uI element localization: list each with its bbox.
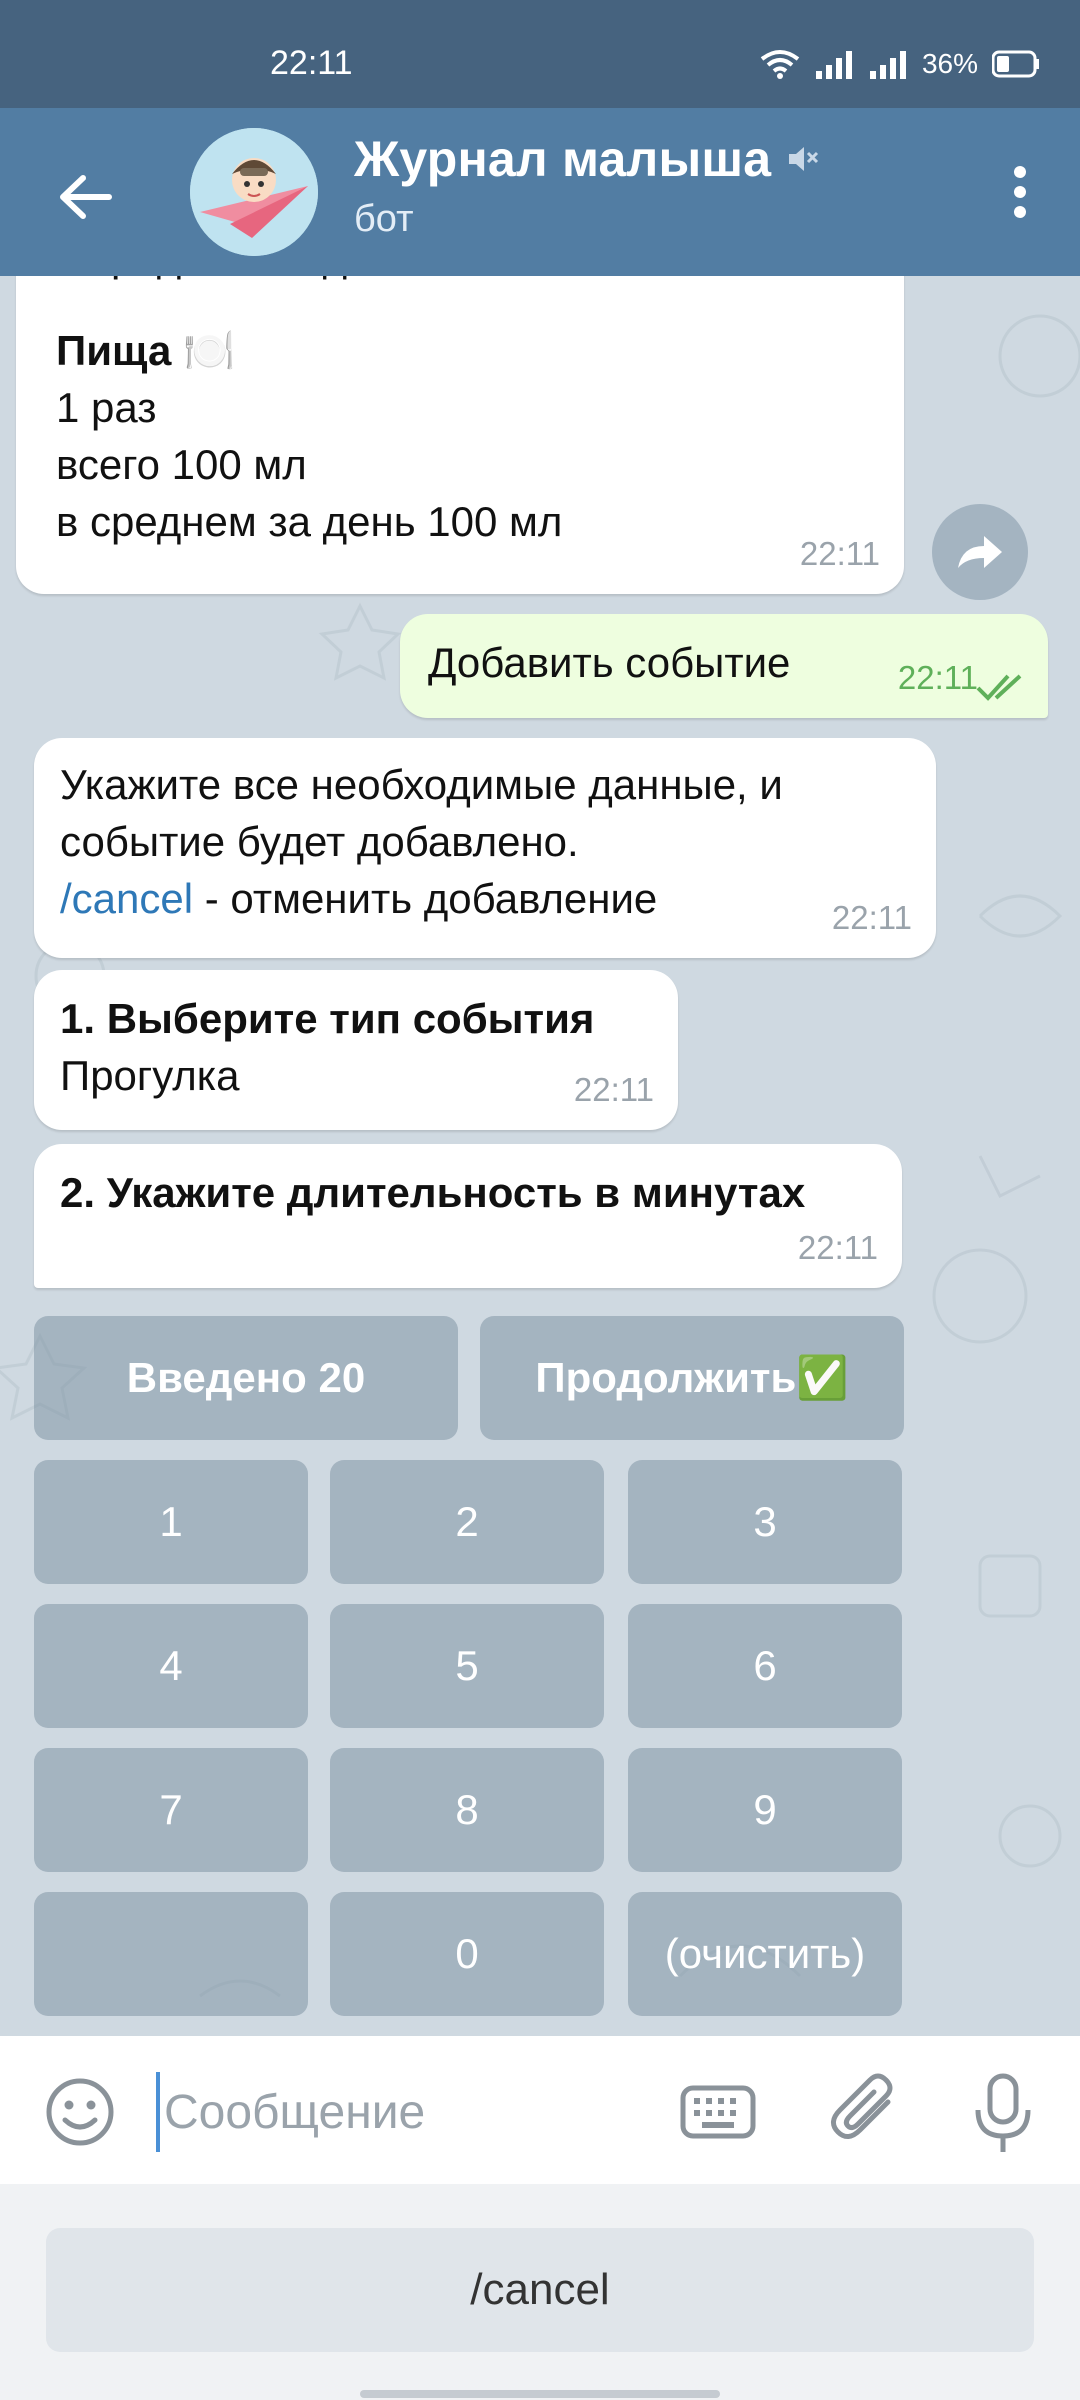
battery-percent: 36% [921, 48, 978, 79]
avatar[interactable] [190, 128, 318, 256]
more-vertical-icon [1014, 166, 1026, 218]
message-step-1[interactable]: 1. Выберите тип события Прогулка 22:11 [34, 970, 678, 1130]
entered-value-label: Введено 20 [126, 1354, 366, 1401]
key-label: 8 [455, 1786, 479, 1833]
key-label: 0 [455, 1930, 479, 1977]
bot-keyboard-toggle-button[interactable] [680, 2080, 756, 2144]
chat-title: Журнал малыша [354, 130, 819, 188]
smiley-icon [46, 2078, 114, 2146]
cancel-reply-label: /cancel [470, 2265, 610, 2314]
cancel-command-text: - отменить добавление [193, 875, 658, 922]
key-label: (очистить) [664, 1930, 866, 1977]
paperclip-icon [831, 2073, 893, 2139]
chat-header: Журнал малыша бот [0, 108, 1080, 276]
step-1-title: 1. Выберите тип события [60, 995, 595, 1042]
microphone-button[interactable] [970, 2072, 1036, 2156]
clear-button[interactable]: (очистить) [628, 1892, 902, 2016]
forward-arrow-icon [958, 536, 1002, 568]
keyboard-icon [680, 2085, 756, 2139]
key-8[interactable]: 8 [330, 1748, 604, 1872]
battery-icon [992, 50, 1039, 78]
status-time: 22:11 [270, 44, 353, 82]
home-indicator[interactable] [360, 2390, 720, 2398]
message-composer [0, 2036, 1080, 2184]
food-line-2: всего 100 мл [56, 441, 307, 488]
food-line-3: в среднем за день 100 мл [56, 498, 563, 545]
chat-title-text: Журнал малыша [354, 131, 772, 187]
prev-partial-line: в среднем за день 60 мл [56, 276, 539, 285]
outgoing-text: Добавить событие [428, 639, 791, 686]
key-4[interactable]: 4 [34, 1604, 308, 1728]
message-outgoing[interactable]: Добавить событие 22:11 [400, 614, 1048, 718]
key-label: 1 [159, 1498, 183, 1545]
read-checkmarks-icon [976, 674, 1022, 701]
chat-subtitle: бот [354, 198, 414, 240]
message-step-2[interactable]: 2. Укажите длительность в минутах 22:11 [34, 1144, 902, 1288]
step-1-value: Прогулка [60, 1052, 240, 1099]
key-label: 4 [159, 1642, 183, 1689]
instructions-line-3: /cancel - отменить добавление [60, 870, 783, 927]
step-1-text: 1. Выберите тип события Прогулка [60, 990, 594, 1104]
status-icons: 36% [760, 44, 1040, 84]
message-time: 22:11 [831, 899, 912, 936]
wifi-icon [760, 50, 800, 79]
cancel-command-link[interactable]: /cancel [60, 875, 193, 922]
key-6[interactable]: 6 [628, 1604, 902, 1728]
plate-icon: 🍽️ [183, 327, 236, 374]
chat-area[interactable]: в среднем за день 60 мл Пища 🍽️ 1 раз вс… [0, 276, 1080, 2036]
key-9[interactable]: 9 [628, 1748, 902, 1872]
key-label: 2 [455, 1498, 479, 1545]
message-input[interactable] [156, 2072, 666, 2152]
message-time: 22:11 [797, 1229, 878, 1266]
instructions-text: Укажите все необходимые данные, и событи… [60, 756, 783, 927]
reply-keyboard: /cancel [0, 2184, 1080, 2400]
key-1[interactable]: 1 [34, 1460, 308, 1584]
more-options-button[interactable] [980, 152, 1060, 232]
food-title: Пища [56, 327, 172, 374]
message-food-stats[interactable]: в среднем за день 60 мл Пища 🍽️ 1 раз вс… [16, 276, 904, 594]
message-time: 22:11 [799, 535, 880, 572]
step-2-title: 2. Укажите длительность в минутах [60, 1169, 806, 1216]
key-label: 6 [753, 1642, 777, 1689]
cancel-reply-button[interactable]: /cancel [46, 2228, 1034, 2352]
message-instructions[interactable]: Укажите все необходимые данные, и событи… [34, 738, 936, 958]
share-forward-button[interactable] [932, 504, 1028, 600]
back-button[interactable] [40, 152, 130, 242]
food-heading: Пища 🍽️ [56, 322, 562, 379]
message-time: 22:11 [573, 1071, 654, 1108]
message-time: 22:11 [897, 659, 978, 696]
key-7[interactable]: 7 [34, 1748, 308, 1872]
key-3[interactable]: 3 [628, 1460, 902, 1584]
instructions-line-2: событие будет добавлено. [60, 818, 579, 865]
chat-title-block[interactable]: Журнал малыша бот [354, 130, 819, 241]
instructions-line-1: Укажите все необходимые данные, и [60, 761, 783, 808]
key-0[interactable]: 0 [330, 1892, 604, 2016]
food-block: Пища 🍽️ 1 раз всего 100 мл в среднем за … [56, 322, 562, 550]
signal-icon-2 [869, 51, 906, 79]
status-bar: 22:11 36% [0, 0, 1080, 108]
key-2[interactable]: 2 [330, 1460, 604, 1584]
signal-icon [815, 51, 852, 79]
back-arrow-icon [60, 175, 112, 219]
key-label: 3 [753, 1498, 777, 1545]
muted-icon [789, 147, 819, 171]
entered-value-button[interactable]: Введено 20 [34, 1316, 458, 1440]
microphone-icon [975, 2073, 1031, 2152]
continue-label: Продолжить✅ [535, 1353, 849, 1401]
key-label: 5 [455, 1642, 479, 1689]
food-line-1: 1 раз [56, 384, 157, 431]
bot-avatar-image [190, 128, 318, 256]
attach-button[interactable] [830, 2072, 902, 2152]
key-empty[interactable] [34, 1892, 308, 2016]
key-label: 9 [753, 1786, 777, 1833]
emoji-button[interactable] [44, 2076, 116, 2148]
key-label: 7 [159, 1786, 183, 1833]
continue-button[interactable]: Продолжить✅ [480, 1316, 904, 1440]
key-5[interactable]: 5 [330, 1604, 604, 1728]
